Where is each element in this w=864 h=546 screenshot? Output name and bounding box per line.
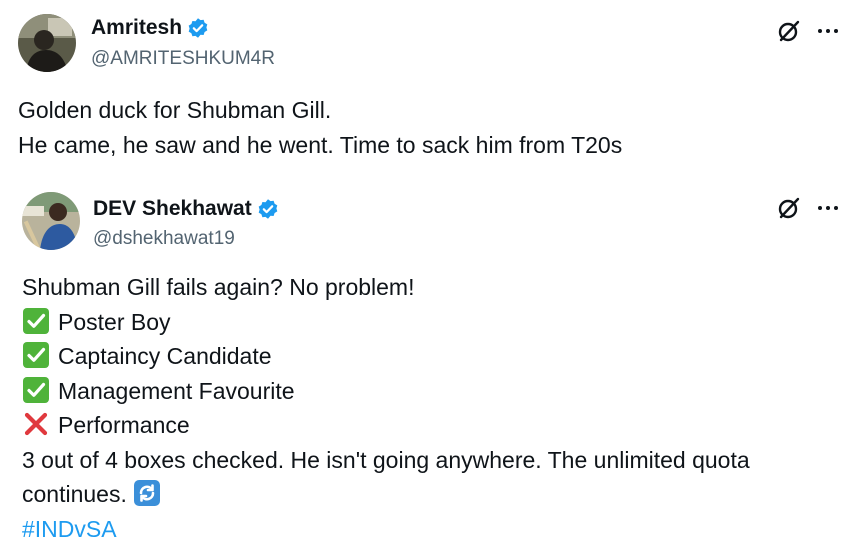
grok-icon[interactable] <box>776 195 802 221</box>
tweet-text: Shubman Gill fails again? No problem! Po… <box>22 270 750 546</box>
more-options-icon[interactable] <box>815 195 841 221</box>
hashtag-link[interactable]: #INDvSA <box>22 516 117 542</box>
check-mark-emoji <box>22 341 50 369</box>
checklist-item-label: Performance <box>58 412 190 438</box>
cross-mark-emoji <box>22 410 50 438</box>
more-options-icon[interactable] <box>815 18 841 44</box>
tweet-card[interactable]: Amritesh @AMRITESHKUM4R Golden duck for … <box>0 0 864 180</box>
tweet-text-line: Shubman Gill fails again? No problem! <box>22 270 750 305</box>
tweet-card[interactable]: DEV Shekhawat @dshekhawat19 Shubman Gill… <box>0 180 864 540</box>
check-mark-emoji <box>22 376 50 404</box>
tweet-text-line: #INDvSA <box>22 512 750 546</box>
arrows-cycle-emoji <box>133 479 161 507</box>
user-handle[interactable]: @dshekhawat19 <box>93 227 235 251</box>
tweet-text: Golden duck for Shubman Gill. He came, h… <box>18 93 622 162</box>
author-name-row: DEV Shekhawat <box>93 196 279 222</box>
checklist-item-label: Captaincy Candidate <box>58 343 272 369</box>
display-name[interactable]: DEV Shekhawat <box>93 196 252 222</box>
checklist-item-label: Poster Boy <box>58 309 171 335</box>
tweet-text-line: Performance <box>22 408 750 443</box>
verified-badge-icon <box>187 17 209 39</box>
user-avatar[interactable] <box>22 192 80 250</box>
user-avatar[interactable] <box>18 14 76 72</box>
tweet-text-line: He came, he saw and he went. Time to sac… <box>18 128 622 163</box>
display-name[interactable]: Amritesh <box>91 15 182 41</box>
verified-badge-icon <box>257 198 279 220</box>
check-mark-emoji <box>22 307 50 335</box>
grok-icon[interactable] <box>776 18 802 44</box>
tweet-text-line: Management Favourite <box>22 374 750 409</box>
tweet-text-segment: continues. <box>22 481 127 507</box>
tweet-text-line: 3 out of 4 boxes checked. He isn't going… <box>22 443 750 478</box>
tweet-text-line: Poster Boy <box>22 305 750 340</box>
author-name-row: Amritesh <box>91 15 209 41</box>
user-handle[interactable]: @AMRITESHKUM4R <box>91 47 275 71</box>
tweet-text-line: Captaincy Candidate <box>22 339 750 374</box>
tweet-text-line: continues. <box>22 477 750 512</box>
checklist-item-label: Management Favourite <box>58 378 295 404</box>
tweet-text-line: Golden duck for Shubman Gill. <box>18 93 622 128</box>
